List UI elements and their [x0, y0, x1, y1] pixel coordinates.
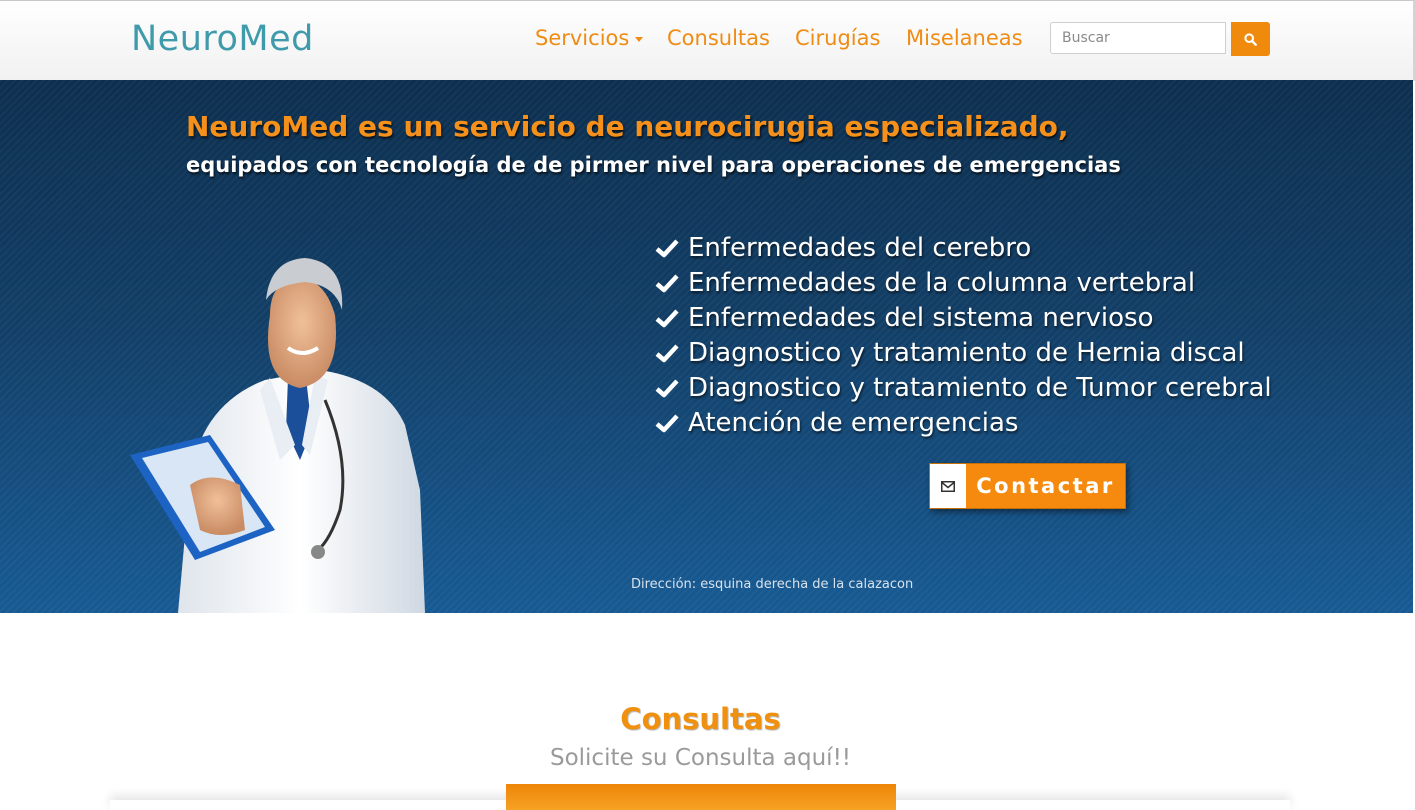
- feature-item: Enfermedades del sistema nervioso: [655, 300, 1272, 335]
- nav-servicios-label: Servicios: [535, 26, 630, 50]
- nav-miselaneas[interactable]: Miselaneas: [906, 26, 1023, 50]
- feature-label: Atención de emergencias: [688, 407, 1019, 438]
- nav-cirugias[interactable]: Cirugías: [795, 26, 880, 50]
- navbar: NeuroMed Servicios Consultas Cirugías Mi…: [0, 0, 1415, 81]
- contact-button-label: Contactar: [966, 464, 1125, 508]
- hero-headline: NeuroMed es un servicio de neurocirugia …: [186, 110, 1186, 184]
- feature-label: Enfermedades de la columna vertebral: [688, 267, 1196, 298]
- feature-item: Atención de emergencias: [655, 405, 1272, 440]
- consultas-subtitle: Solicite su Consulta aquí!!: [549, 745, 852, 771]
- feature-item: Diagnostico y tratamiento de Hernia disc…: [655, 335, 1272, 370]
- check-icon: [655, 378, 679, 397]
- address-text: Dirección: esquina derecha de la calazac…: [631, 577, 914, 592]
- headline-highlight: NeuroMed es un servicio de neurocirugia …: [186, 110, 1069, 143]
- feature-label: Diagnostico y tratamiento de Hernia disc…: [688, 337, 1245, 368]
- hero-section: NeuroMed es un servicio de neurocirugia …: [0, 80, 1413, 613]
- search-input[interactable]: [1050, 22, 1226, 54]
- contact-icon-box: [930, 464, 966, 508]
- caret-down-icon: [635, 36, 644, 42]
- feature-label: Diagnostico y tratamiento de Tumor cereb…: [688, 372, 1272, 403]
- check-icon: [655, 413, 679, 432]
- consultas-form-header: [506, 784, 896, 810]
- feature-item: Enfermedades del cerebro: [655, 230, 1272, 265]
- contact-button[interactable]: Contactar: [929, 463, 1126, 509]
- feature-item: Diagnostico y tratamiento de Tumor cereb…: [655, 370, 1272, 405]
- check-icon: [655, 343, 679, 362]
- brand-logo[interactable]: NeuroMed: [131, 19, 314, 59]
- check-icon: [655, 308, 679, 327]
- headline-text: equipados con tecnología de de pirmer ni…: [186, 153, 1121, 177]
- nav-consultas[interactable]: Consultas: [667, 26, 770, 50]
- feature-label: Enfermedades del cerebro: [688, 232, 1032, 263]
- doctor-image: [130, 258, 425, 613]
- envelope-icon: [941, 480, 955, 492]
- search-button[interactable]: [1231, 22, 1270, 56]
- search-icon: [1244, 32, 1257, 46]
- nav-servicios-dropdown[interactable]: Servicios: [535, 26, 644, 50]
- feature-label: Enfermedades del sistema nervioso: [688, 302, 1154, 333]
- consultas-title: Consultas: [620, 702, 781, 736]
- feature-item: Enfermedades de la columna vertebral: [655, 265, 1272, 300]
- check-icon: [655, 238, 679, 257]
- check-icon: [655, 273, 679, 292]
- feature-list: Enfermedades del cerebro Enfermedades de…: [655, 230, 1272, 440]
